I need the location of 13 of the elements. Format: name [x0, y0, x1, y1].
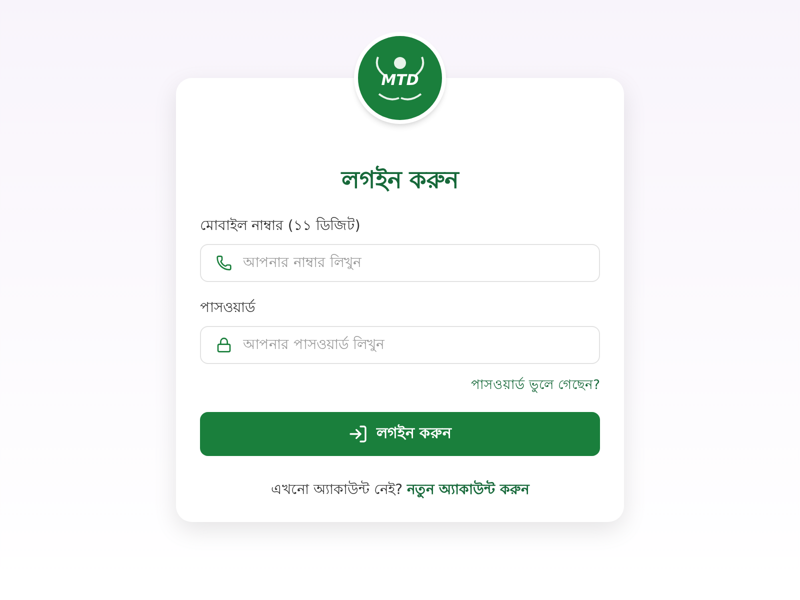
input-field[interactable]: আপনার নাম্বার লিখুন — [200, 244, 600, 282]
lock-icon — [216, 337, 232, 353]
forgot-password-link[interactable]: পাসওয়ার্ড ভুলে গেছেন? — [470, 376, 600, 396]
phone-icon — [216, 255, 232, 271]
signup-link[interactable]: নতুন অ্যাকাউন্ট করুন — [407, 482, 529, 498]
login-button[interactable]: লগইন করুন — [200, 412, 600, 456]
logo-text: MTD — [381, 72, 419, 88]
field-label: পাসওয়ার্ড — [200, 298, 256, 318]
input-field[interactable]: আপনার পাসওয়ার্ড লিখুন — [200, 326, 600, 364]
signup-prompt: এখনো অ্যাকাউন্ট নেই? নতুন অ্যাকাউন্ট করুন — [270, 480, 531, 500]
field-label: মোবাইল নাম্বার (১১ ডিজিট) — [200, 216, 362, 236]
login-icon — [348, 424, 368, 444]
login-title: লগইন করুন — [340, 164, 460, 196]
